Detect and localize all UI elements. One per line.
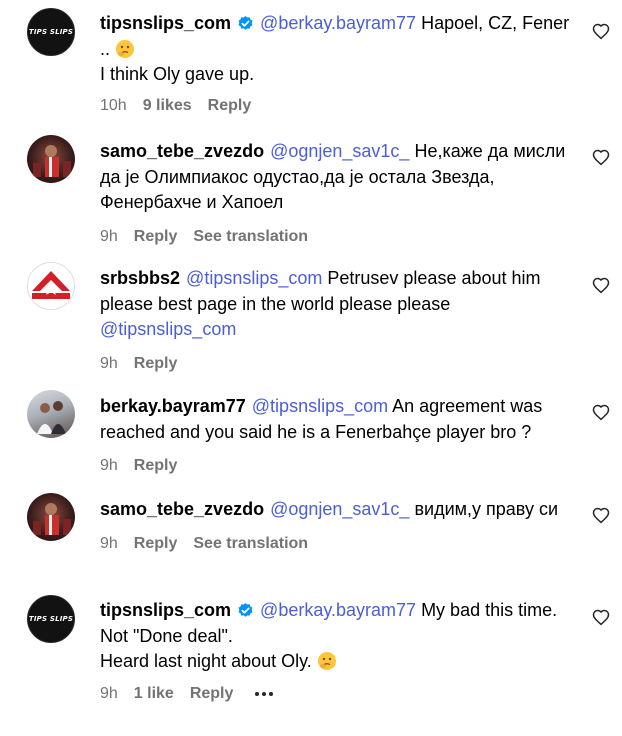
comment-username[interactable]: berkay.bayram77 (100, 396, 246, 416)
red-star-flag (28, 263, 74, 309)
comment-username[interactable]: tipsnslips_com (100, 13, 231, 33)
reply-button[interactable]: Reply (134, 227, 178, 247)
avatar-logo-text: TIPS SLIPS (28, 615, 74, 623)
likes-count[interactable]: 1 like (134, 684, 174, 704)
heart-outline-icon[interactable] (592, 23, 610, 41)
avatar[interactable]: TIPS SLIPS (27, 8, 75, 56)
avatar-logo-text: TIPS SLIPS (28, 28, 74, 36)
mention-link[interactable]: @tipsnslips_com (252, 396, 388, 416)
comment-username[interactable]: samo_tebe_zvezdo (100, 141, 264, 161)
thinking-face-emoji (116, 39, 135, 58)
mention-link[interactable]: @berkay.bayram77 (260, 13, 416, 33)
heart-outline-icon[interactable] (592, 609, 610, 627)
comment-time: 9h (100, 227, 118, 245)
comment-username[interactable]: tipsnslips_com (100, 600, 231, 620)
comment-text: видим,у праву си (409, 499, 558, 519)
comment-username[interactable]: samo_tebe_zvezdo (100, 499, 264, 519)
heart-outline-icon[interactable] (592, 507, 610, 525)
comment-text-line: Heard last night about Oly. (100, 651, 317, 671)
reply-button[interactable]: Reply (134, 456, 178, 476)
heart-outline-icon[interactable] (592, 277, 610, 295)
avatar[interactable] (27, 390, 75, 438)
likes-count[interactable]: 9 likes (143, 96, 192, 116)
comment-time: 9h (100, 684, 118, 702)
reply-button[interactable]: Reply (190, 684, 234, 704)
mention-link[interactable]: @tipsnslips_com (186, 268, 322, 288)
reply-button[interactable]: Reply (208, 96, 252, 116)
reply-button[interactable]: Reply (134, 534, 178, 554)
couple-photo (37, 401, 66, 434)
comment-text-line: Not "Done deal". (100, 625, 233, 646)
mention-link[interactable]: @tipsnslips_com (100, 319, 236, 339)
verified-badge-icon (238, 603, 253, 617)
player-photo (33, 145, 71, 177)
avatar[interactable] (27, 262, 75, 310)
avatar[interactable]: TIPS SLIPS (27, 595, 75, 643)
mention-link[interactable]: @ognjen_sav1c_ (270, 141, 409, 161)
comment-username[interactable]: srbsbbs2 (100, 268, 180, 288)
comment-time: 10h (100, 96, 127, 114)
thinking-face-emoji (317, 652, 336, 670)
mention-link[interactable]: @berkay.bayram77 (260, 600, 416, 620)
comment-time: 9h (100, 354, 118, 372)
reply-button[interactable]: Reply (134, 354, 178, 374)
see-translation-button[interactable]: See translation (193, 534, 308, 554)
heart-outline-icon[interactable] (592, 404, 610, 422)
verified-badge-icon (238, 16, 253, 30)
comment-text: My bad this time. (416, 600, 558, 620)
avatar[interactable] (27, 493, 75, 541)
heart-outline-icon[interactable] (592, 149, 610, 167)
comment-text-line: I think Oly gave up. (100, 64, 255, 84)
comment-time: 9h (100, 457, 118, 474)
comment-time: 9h (100, 534, 118, 552)
player-photo (33, 503, 71, 535)
see-translation-button[interactable]: See translation (193, 227, 308, 247)
avatar[interactable] (27, 135, 75, 183)
mention-link[interactable]: @ognjen_sav1c_ (270, 499, 409, 519)
more-options-icon[interactable] (255, 691, 274, 696)
